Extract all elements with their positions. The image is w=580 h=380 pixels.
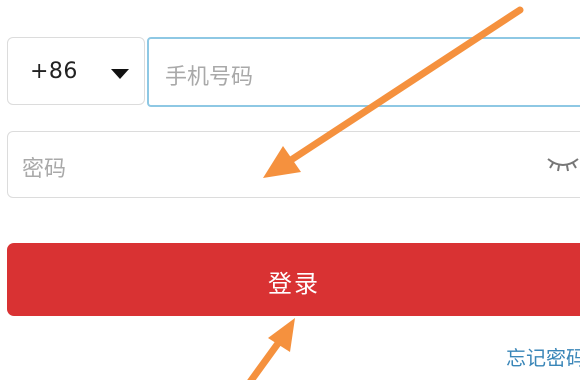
phone-number-input[interactable]: 手机号码 [147, 37, 580, 107]
eye-closed-icon[interactable] [546, 155, 580, 173]
phone-placeholder: 手机号码 [165, 65, 254, 90]
country-code-selector[interactable]: +86 [7, 37, 145, 105]
password-input[interactable]: 密码 [7, 131, 580, 198]
arrow-to-login-button [247, 318, 295, 380]
login-button-label: 登录 [268, 270, 320, 298]
password-placeholder: 密码 [22, 157, 67, 182]
country-code-value: +86 [30, 59, 78, 84]
forgot-password-link[interactable]: 忘记密码 [506, 342, 580, 371]
login-button[interactable]: 登录 [7, 243, 580, 316]
phone-row: +86 手机号码 [7, 37, 580, 107]
dropdown-caret-icon [111, 69, 129, 79]
